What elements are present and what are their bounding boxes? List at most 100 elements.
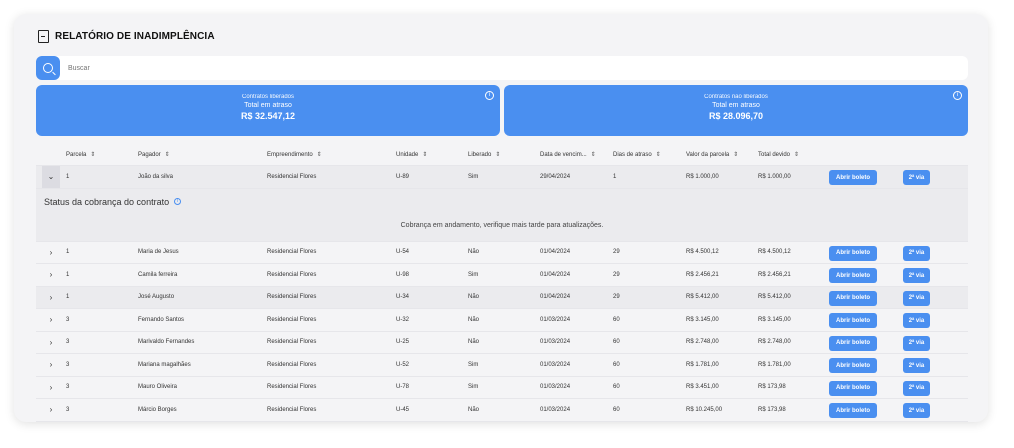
cell-parcela: 1 bbox=[66, 173, 70, 180]
status-heading: Status da cobrança do contrato i bbox=[44, 197, 182, 207]
expand-toggle[interactable]: › bbox=[42, 354, 60, 376]
open-boleto-button[interactable]: Abrir boleto bbox=[829, 268, 877, 283]
info-icon[interactable]: i bbox=[174, 198, 182, 205]
table-row[interactable]: › 3 Mauro Oliveira Residencial Flores U-78 Si… bbox=[36, 377, 968, 399]
kpi-contratos-liberados: Contratos liberados Total em atraso R$ 3… bbox=[36, 85, 500, 136]
cell-empreendimento: Residencial Flores bbox=[267, 316, 317, 323]
second-copy-button[interactable]: 2ª via bbox=[903, 380, 930, 396]
delinquency-table: Parcela ⇕ Pagador ⇕ Empreendimento ⇕ Unidad… bbox=[36, 144, 968, 422]
column-header-unidade[interactable]: Unidade ⇕ bbox=[396, 144, 427, 165]
table-row-expanded[interactable]: ⌄ 1 João da silva Residencial Flores U-8… bbox=[36, 166, 968, 189]
expand-toggle[interactable]: › bbox=[42, 332, 60, 354]
table-row[interactable]: › 3 Márcio Borges Residencial Flores U-45 Não… bbox=[36, 399, 968, 422]
cell-pagador: Márcio Borges bbox=[138, 406, 177, 413]
search-icon bbox=[43, 63, 53, 73]
second-copy-button[interactable]: 2ª via bbox=[903, 245, 930, 261]
column-header-total-devido[interactable]: Total devido ⇕ bbox=[758, 144, 799, 165]
column-header-parcela[interactable]: Parcela ⇕ bbox=[66, 144, 95, 165]
second-copy-button[interactable]: 2ª via bbox=[903, 335, 930, 351]
column-header-pagador[interactable]: Pagador ⇕ bbox=[138, 144, 170, 165]
second-copy-button[interactable]: 2ª via bbox=[903, 313, 930, 328]
open-boleto-button[interactable]: Abrir boleto bbox=[829, 358, 877, 373]
cell-valor-parcela: R$ 2.748,00 bbox=[686, 339, 719, 346]
sort-icon[interactable]: ⇕ bbox=[794, 151, 799, 158]
cell-liberado: Não bbox=[468, 406, 480, 413]
expand-toggle[interactable]: › bbox=[42, 242, 60, 264]
info-icon[interactable]: i bbox=[485, 91, 494, 100]
sort-icon[interactable]: ⇕ bbox=[422, 151, 427, 158]
cell-valor-parcela: R$ 2.456,21 bbox=[686, 271, 719, 278]
table-row[interactable]: › 1 Camila ferreira Residencial Flores U-98 S… bbox=[36, 264, 968, 287]
cell-unidade: U-52 bbox=[396, 361, 410, 368]
cell-liberado: Não bbox=[468, 339, 480, 346]
table-row[interactable]: › 3 Mariana magalhães Residencial Flores U-5… bbox=[36, 354, 968, 377]
second-copy-button[interactable]: 2ª via bbox=[903, 268, 930, 283]
table-row[interactable]: › 1 Maria de Jesus Residencial Flores U-54 Nã… bbox=[36, 242, 968, 264]
cell-total-devido: R$ 173,98 bbox=[758, 406, 786, 413]
sort-icon[interactable]: ⇕ bbox=[495, 151, 500, 158]
cell-vencimento: 01/03/2024 bbox=[540, 316, 571, 323]
column-header-liberado[interactable]: Liberado ⇕ bbox=[468, 144, 500, 165]
cell-total-devido: R$ 5.412,00 bbox=[758, 294, 791, 301]
search-button[interactable] bbox=[36, 56, 60, 80]
sort-icon[interactable]: ⇕ bbox=[591, 151, 596, 158]
column-header-empreendimento[interactable]: Empreendimento ⇕ bbox=[267, 144, 322, 165]
open-boleto-button[interactable]: Abrir boleto bbox=[829, 245, 877, 261]
cell-valor-parcela: R$ 4.500,12 bbox=[686, 249, 719, 256]
sort-icon[interactable]: ⇕ bbox=[317, 151, 322, 158]
expand-toggle[interactable]: › bbox=[42, 377, 60, 399]
cell-liberado: Sim bbox=[468, 271, 479, 278]
kpi-sublabel: Total em atraso bbox=[712, 102, 760, 109]
cell-pagador: Camila ferreira bbox=[138, 271, 178, 278]
search-input[interactable] bbox=[68, 64, 868, 72]
open-boleto-button[interactable]: Abrir boleto bbox=[829, 170, 877, 185]
kpi-sublabel: Total em atraso bbox=[244, 102, 292, 109]
cell-liberado: Não bbox=[468, 249, 480, 256]
expand-toggle[interactable]: › bbox=[42, 309, 60, 331]
column-header-vencimento[interactable]: Data de vencim... ⇕ bbox=[540, 144, 596, 165]
open-boleto-button[interactable]: Abrir boleto bbox=[829, 313, 877, 328]
info-icon[interactable]: i bbox=[953, 91, 962, 100]
open-boleto-button[interactable]: Abrir boleto bbox=[829, 380, 877, 396]
second-copy-button[interactable]: 2ª via bbox=[903, 290, 930, 306]
chevron-right-icon: › bbox=[49, 405, 53, 415]
cell-empreendimento: Residencial Flores bbox=[267, 384, 317, 391]
cell-vencimento: 01/04/2024 bbox=[540, 294, 571, 301]
column-header-valor-parcela[interactable]: Valor da parcela ⇕ bbox=[686, 144, 738, 165]
table-row[interactable]: › 3 Fernando Santos Residencial Flores U-32 N… bbox=[36, 309, 968, 332]
sort-icon[interactable]: ⇕ bbox=[90, 151, 95, 158]
cell-valor-parcela: R$ 1.000,00 bbox=[686, 173, 719, 180]
collapse-toggle[interactable]: ⌄ bbox=[42, 166, 60, 188]
chevron-right-icon: › bbox=[49, 382, 53, 392]
cell-vencimento: 01/03/2024 bbox=[540, 406, 571, 413]
cell-vencimento: 29/04/2024 bbox=[540, 173, 571, 180]
sort-icon[interactable]: ⇕ bbox=[656, 151, 661, 158]
cell-dias-atraso: 60 bbox=[613, 339, 620, 346]
column-header-dias-atraso[interactable]: Dias de atraso ⇕ bbox=[613, 144, 661, 165]
cell-total-devido: R$ 2.748,00 bbox=[758, 339, 791, 346]
table-row[interactable]: › 1 José Augusto Residencial Flores U-34 Não 0… bbox=[36, 286, 968, 309]
cell-empreendimento: Residencial Flores bbox=[267, 406, 317, 413]
cell-unidade: U-32 bbox=[396, 316, 410, 323]
search-bar bbox=[36, 56, 968, 80]
table-body: › 1 Maria de Jesus Residencial Flores U-54 Nã… bbox=[36, 242, 968, 422]
second-copy-button[interactable]: 2ª via bbox=[903, 403, 930, 418]
cell-valor-parcela: R$ 3.451,00 bbox=[686, 384, 719, 391]
second-copy-button[interactable]: 2ª via bbox=[903, 170, 930, 185]
second-copy-button[interactable]: 2ª via bbox=[903, 358, 930, 373]
cell-total-devido: R$ 173,98 bbox=[758, 384, 786, 391]
expand-toggle[interactable]: › bbox=[42, 264, 60, 286]
sort-icon[interactable]: ⇕ bbox=[165, 151, 170, 158]
cell-unidade: U-34 bbox=[396, 294, 410, 301]
cell-empreendimento: Residencial Flores bbox=[267, 249, 317, 256]
expand-toggle[interactable]: › bbox=[42, 399, 60, 421]
open-boleto-button[interactable]: Abrir boleto bbox=[829, 290, 877, 306]
table-row[interactable]: › 3 Marivaldo Fernandes Residencial Flores U… bbox=[36, 332, 968, 354]
cell-unidade: U-89 bbox=[396, 173, 410, 180]
open-boleto-button[interactable]: Abrir boleto bbox=[829, 403, 877, 418]
expand-toggle[interactable]: › bbox=[42, 287, 60, 309]
open-boleto-button[interactable]: Abrir boleto bbox=[829, 335, 877, 351]
sort-icon[interactable]: ⇕ bbox=[733, 151, 738, 158]
chevron-right-icon: › bbox=[49, 270, 53, 280]
cell-total-devido: R$ 1.000,00 bbox=[758, 173, 791, 180]
